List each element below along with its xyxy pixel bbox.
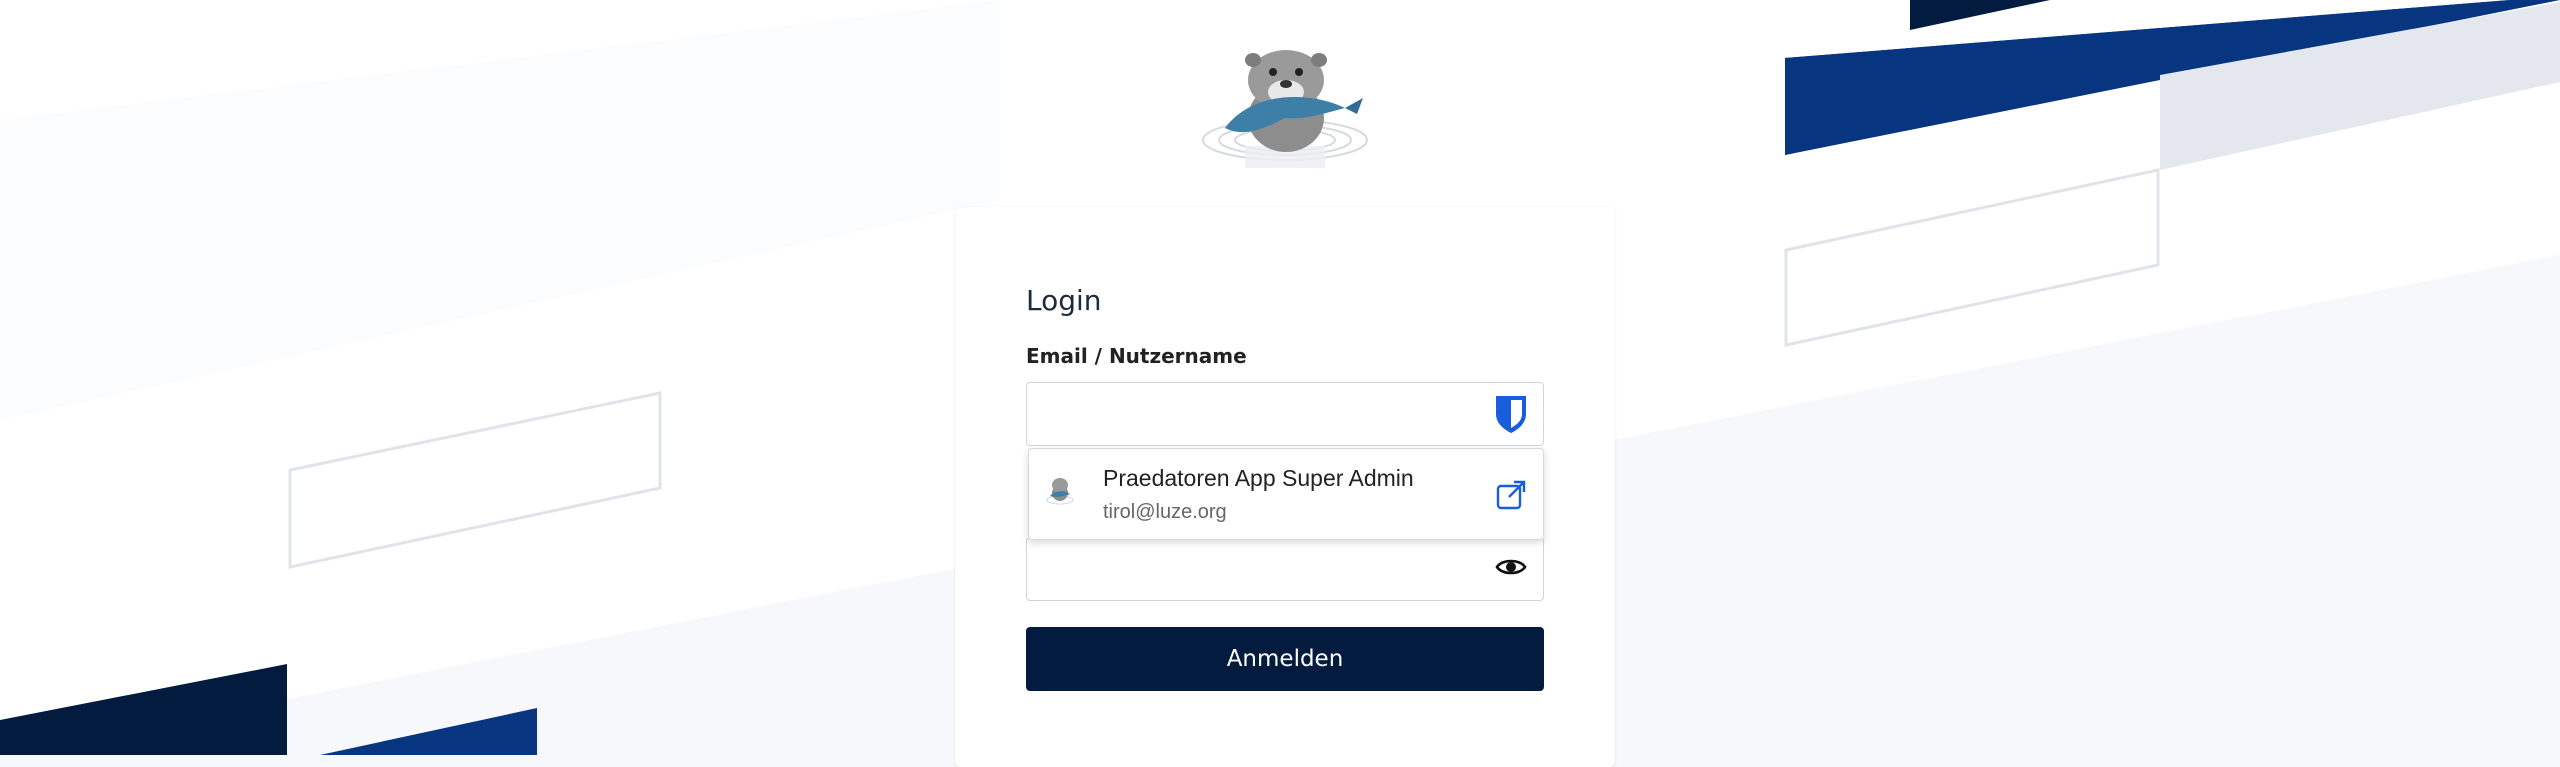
otter-logo [1202,50,1368,168]
email-label: Email / Nutzername [1026,344,1247,368]
otter-avatar-icon [1046,478,1074,505]
autofill-suggestion[interactable]: Praedatoren App Super Admin tirol@luze.o… [1028,448,1544,540]
autofill-account-email: tirol@luze.org [1103,501,1227,523]
login-submit-button[interactable]: Anmelden [1026,627,1544,691]
open-external-icon[interactable] [1495,479,1527,511]
page-title: Login [1026,284,1102,317]
autofill-account-name: Praedatoren App Super Admin [1103,465,1414,491]
login-card: Login Email / Nutzername Praedatoren App… [955,207,1615,767]
password-input[interactable] [1026,537,1544,601]
email-username-input[interactable] [1026,382,1544,446]
bitwarden-shield-icon[interactable] [1493,394,1529,434]
eye-icon[interactable] [1495,551,1527,583]
